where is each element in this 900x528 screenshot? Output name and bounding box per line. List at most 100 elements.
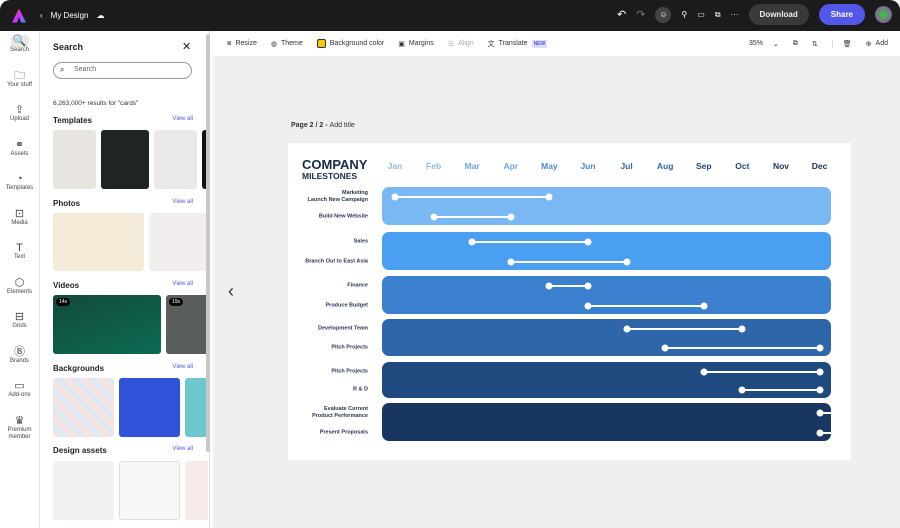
share-button[interactable]: Share <box>818 4 865 25</box>
rail-item-add-ons[interactable]: ▭ Add-ons <box>0 376 39 411</box>
comment-icon[interactable]: ▭ <box>697 10 705 19</box>
design-page[interactable]: COMPANY MILESTONES Jan Feb Mar Apr May Jun Jul… <box>288 143 851 460</box>
search-icon: 🔍 <box>10 35 29 47</box>
comments-icon[interactable]: ⧉ <box>715 10 721 20</box>
task-endpoint[interactable] <box>430 213 438 221</box>
background-thumbnail[interactable] <box>185 378 208 437</box>
task-endpoint[interactable] <box>700 368 708 376</box>
task-endpoint[interactable] <box>391 193 399 201</box>
task-endpoint[interactable] <box>816 368 824 376</box>
template-thumbnail[interactable] <box>53 130 96 189</box>
search-icon: ⌕ <box>60 65 65 74</box>
pages-icon[interactable]: ⧉ <box>793 40 798 48</box>
task-endpoint[interactable] <box>584 238 592 246</box>
asset-thumbnail[interactable] <box>53 461 114 520</box>
task-endpoint[interactable] <box>507 258 515 266</box>
add-title-input[interactable]: Add title <box>330 122 355 129</box>
back-icon[interactable]: ‹ <box>40 11 43 20</box>
photo-thumbnail[interactable] <box>149 213 208 271</box>
rail-item-upload[interactable]: ⇪ Upload <box>0 100 39 135</box>
rail-item-search[interactable]: 🔍 Search <box>0 31 39 66</box>
task-bar[interactable] <box>433 216 511 218</box>
rail-item-text[interactable]: T Text <box>0 238 39 273</box>
task-bar[interactable] <box>626 328 743 330</box>
video-thumbnail[interactable]: 19s <box>166 295 208 354</box>
cloud-icon[interactable]: ☁ <box>96 11 104 20</box>
search-input[interactable]: ⌕ Search <box>53 62 192 79</box>
photo-thumbnail[interactable] <box>53 213 144 271</box>
task-endpoint[interactable] <box>468 238 476 246</box>
task-endpoint[interactable] <box>507 213 515 221</box>
task-endpoint[interactable] <box>623 325 631 333</box>
template-thumbnail[interactable] <box>154 130 197 189</box>
task-bar[interactable] <box>510 261 627 263</box>
group-band <box>382 232 831 270</box>
task-endpoint[interactable] <box>843 409 851 417</box>
task-bar[interactable] <box>742 389 820 391</box>
task-endpoint[interactable] <box>545 193 553 201</box>
task-endpoint[interactable] <box>584 302 592 310</box>
task-endpoint[interactable] <box>816 344 824 352</box>
align-button[interactable]: ☰ Align <box>448 40 474 48</box>
background-color-button[interactable]: Background color <box>316 39 384 48</box>
task-endpoint[interactable] <box>738 325 746 333</box>
zoom-select[interactable]: 35% ⌄ <box>749 40 779 48</box>
margins-button[interactable]: ▣ Margins <box>398 40 434 48</box>
resize-icon: ⧈ <box>227 39 232 47</box>
rail-item-templates[interactable]: ◔ Templates <box>0 169 39 204</box>
asset-thumbnail[interactable] <box>119 461 180 520</box>
view-all-link[interactable]: View all <box>172 364 193 370</box>
avatar[interactable] <box>875 6 892 23</box>
task-endpoint[interactable] <box>843 429 851 437</box>
task-endpoint[interactable] <box>816 409 824 417</box>
rail-item-brands[interactable]: Ⓑ Brands <box>0 342 39 377</box>
theme-button[interactable]: ◍ Theme <box>271 40 303 48</box>
panel-scrollbar[interactable] <box>206 34 210 452</box>
close-icon[interactable]: ✕ <box>182 40 191 53</box>
document-title[interactable]: My Design <box>51 11 89 20</box>
task-label: Present Proposals <box>319 429 368 436</box>
arrange-icon[interactable]: ⇅ <box>812 40 818 48</box>
rail-item-elements[interactable]: ⬡ Elements <box>0 273 39 308</box>
task-endpoint[interactable] <box>623 258 631 266</box>
task-bar[interactable] <box>549 285 588 287</box>
undo-icon[interactable]: ↶ <box>617 8 626 21</box>
view-all-link[interactable]: View all <box>172 446 193 452</box>
translate-button[interactable]: 文 Translate NEW <box>488 39 548 49</box>
view-all-link[interactable]: View all <box>172 199 193 205</box>
download-button[interactable]: Download <box>748 4 809 25</box>
redo-icon[interactable]: ↷ <box>636 8 645 21</box>
resize-button[interactable]: ⧈ Resize <box>227 40 257 48</box>
task-bar[interactable] <box>588 305 704 307</box>
previous-page-icon[interactable]: ‹ <box>228 281 234 302</box>
task-endpoint[interactable] <box>661 344 669 352</box>
rail-item-grids[interactable]: ⊟ Grids <box>0 307 39 342</box>
task-bar[interactable] <box>665 347 820 349</box>
more-icon[interactable]: ··· <box>731 10 739 19</box>
task-bar[interactable] <box>472 241 588 243</box>
task-endpoint[interactable] <box>700 302 708 310</box>
pin-icon[interactable]: ⚲ <box>681 10 687 19</box>
background-thumbnail[interactable] <box>119 378 180 437</box>
add-button[interactable]: ⊕ Add <box>866 40 888 48</box>
trash-icon[interactable]: 🗑 <box>831 39 852 48</box>
task-endpoint[interactable] <box>816 429 824 437</box>
view-all-link[interactable]: View all <box>172 116 193 122</box>
view-all-link[interactable]: View all <box>172 281 193 287</box>
background-thumbnail[interactable] <box>53 378 114 437</box>
rail-item-media[interactable]: ⊡ Media <box>0 204 39 239</box>
rail-item-premium-member[interactable]: ♛ Premium member <box>0 411 39 446</box>
task-endpoint[interactable] <box>584 282 592 290</box>
task-endpoint[interactable] <box>545 282 553 290</box>
video-thumbnail[interactable]: 14s <box>53 295 161 354</box>
rail-item-your-stuff[interactable]: 🗀 Your stuff <box>0 66 39 101</box>
rail-item-assets[interactable]: ⚭ Assets <box>0 135 39 170</box>
app-logo[interactable] <box>12 8 26 23</box>
task-bar[interactable] <box>395 196 550 198</box>
task-endpoint[interactable] <box>738 386 746 394</box>
task-bar[interactable] <box>703 371 820 373</box>
invite-icon[interactable]: ☺ <box>655 6 672 23</box>
template-thumbnail[interactable] <box>101 130 149 189</box>
task-endpoint[interactable] <box>816 386 824 394</box>
asset-thumbnail[interactable] <box>185 461 208 520</box>
